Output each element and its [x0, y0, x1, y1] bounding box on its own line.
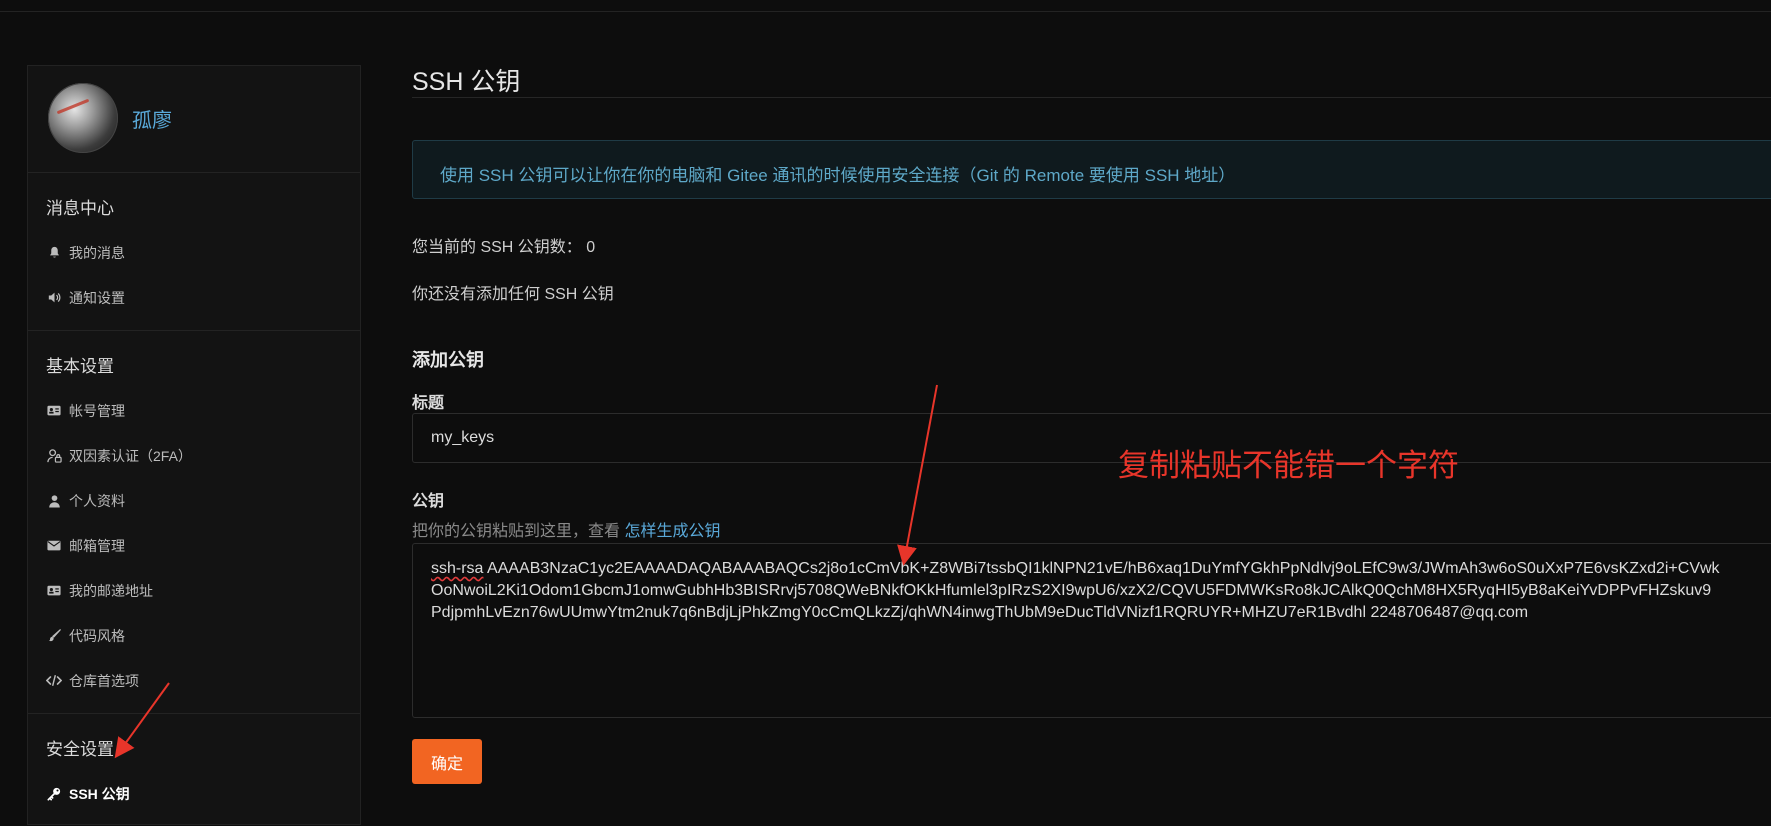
confirm-button[interactable]: 确定 [412, 739, 482, 784]
public-key-hint: 把你的公钥粘贴到这里，查看 怎样生成公钥 [412, 517, 720, 541]
public-key-textarea[interactable]: ssh-rsa AAAAB3NzaC1yc2EAAAADAQABAAABAQCs… [412, 543, 1771, 718]
title-label: 标题 [412, 395, 445, 412]
page-title: SSH 公钥 [412, 68, 521, 96]
public-key-label: 公钥 [412, 493, 445, 510]
info-message: 使用 SSH 公钥可以让你在你的电脑和 Gitee 通讯的时候使用安全连接（Gi… [412, 140, 1771, 199]
info-text: 使用 SSH 公钥可以让你在你的电脑和 Gitee 通讯的时候使用安全连接（Gi… [440, 166, 1236, 185]
sidebar-item-repo-preferences[interactable]: 仓库首选项 [28, 658, 360, 703]
add-key-heading: 添加公钥 [412, 350, 484, 370]
brush-icon [46, 628, 62, 644]
user-icon [46, 493, 62, 509]
sidebar-group-messages: 消息中心 我的消息 通知设置 [28, 173, 360, 331]
sidebar-item-label: 通知设置 [69, 289, 125, 306]
sidebar-item-label: SSH 公钥 [69, 785, 130, 802]
key-line-3: PdjpmhLvEzn76wUUmwYtm2nuk7q6nBdjLjPhkZmg… [431, 604, 1529, 621]
user-lock-icon [46, 448, 62, 464]
key-icon [46, 786, 62, 802]
username-link[interactable]: 孤廖 [132, 104, 172, 133]
sidebar-item-email[interactable]: 邮箱管理 [28, 523, 360, 568]
sidebar-group-security: 安全设置 SSH 公钥 [28, 714, 360, 826]
sidebar-item-mailing-address[interactable]: 我的邮递地址 [28, 568, 360, 613]
empty-state-text: 你还没有添加任何 SSH 公钥 [412, 286, 614, 303]
sidebar-item-ssh-keys[interactable]: SSH 公钥 [28, 771, 360, 816]
group-title: 消息中心 [46, 199, 114, 218]
sidebar-item-label: 仓库首选项 [69, 672, 139, 689]
id-card-icon [46, 403, 62, 419]
sidebar-item-code-style[interactable]: 代码风格 [28, 613, 360, 658]
sidebar-item-my-messages[interactable]: 我的消息 [28, 230, 360, 275]
hint-text: 把你的公钥粘贴到这里，查看 [412, 523, 625, 540]
sidebar-item-label: 我的消息 [69, 244, 125, 261]
profile-card: 孤廖 [28, 66, 360, 173]
key-line-1: AAAAB3NzaC1yc2EAAAADAQABAAABAQCs2j8o1cCm… [483, 560, 1720, 577]
code-icon [46, 673, 62, 689]
sidebar-group-basic: 基本设置 帐号管理 双因素认证（2FA） 个人资料 邮箱管理 我的邮递地址 代码… [28, 331, 360, 714]
address-card-icon [46, 583, 62, 599]
envelope-icon [46, 538, 62, 554]
annotation-text: 复制粘贴不能错一个字符 [1118, 448, 1459, 483]
avatar[interactable] [48, 83, 118, 153]
sidebar-item-label: 双因素认证（2FA） [69, 447, 192, 464]
speaker-icon [46, 290, 62, 306]
ssh-key-count: 您当前的 SSH 公钥数： 0 [412, 239, 596, 256]
how-to-generate-link[interactable]: 怎样生成公钥 [624, 523, 720, 540]
sidebar-item-account[interactable]: 帐号管理 [28, 388, 360, 433]
key-line-2: OoNwoiL2Ki1Odom1GbcmJ1omwGubhHb3BISRrvj5… [431, 582, 1712, 599]
sidebar-item-label: 我的邮递地址 [69, 582, 153, 599]
main-content: SSH 公钥 使用 SSH 公钥可以让你在你的电脑和 Gitee 通讯的时候使用… [412, 0, 1771, 813]
title-input[interactable] [412, 413, 1771, 463]
sidebar-item-label: 代码风格 [69, 627, 125, 644]
group-title: 基本设置 [46, 357, 114, 376]
sidebar-item-label: 邮箱管理 [69, 537, 125, 554]
group-title: 安全设置 [46, 740, 114, 759]
title-divider [412, 97, 1771, 98]
bell-icon [46, 245, 62, 261]
settings-sidebar: 孤廖 消息中心 我的消息 通知设置 基本设置 帐号管理 双因素认证（2FA） 个… [27, 65, 361, 825]
sidebar-item-2fa[interactable]: 双因素认证（2FA） [28, 433, 360, 478]
sidebar-item-profile[interactable]: 个人资料 [28, 478, 360, 523]
key-type-text: ssh-rsa [431, 560, 484, 577]
sidebar-item-notification-settings[interactable]: 通知设置 [28, 275, 360, 320]
sidebar-item-label: 个人资料 [69, 492, 125, 509]
sidebar-item-label: 帐号管理 [69, 402, 125, 419]
